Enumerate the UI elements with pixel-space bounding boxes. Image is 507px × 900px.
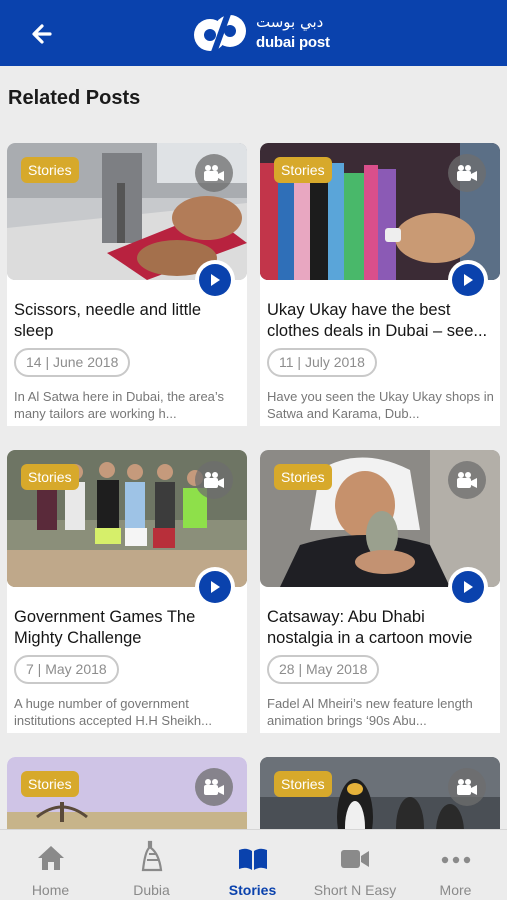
post-date: 11 | July 2018 <box>267 348 377 377</box>
video-camera-icon <box>448 154 486 192</box>
section-title: Related Posts <box>8 87 141 109</box>
post-title-line: clothes deals in Dubai – see... <box>267 322 488 340</box>
video-camera-icon <box>195 154 233 192</box>
category-badge: Stories <box>21 464 79 490</box>
play-icon <box>211 274 220 286</box>
video-icon <box>341 850 369 868</box>
category-badge: Stories <box>274 157 332 183</box>
tab-label: More <box>439 882 472 898</box>
play-button[interactable] <box>195 567 235 607</box>
video-camera-icon <box>448 461 486 499</box>
post-date: 14 | June 2018 <box>14 348 131 377</box>
bottom-tab-bar: Home Dubia Stories Short N Easy More <box>0 829 507 900</box>
play-button[interactable] <box>448 567 488 607</box>
category-badge: Stories <box>274 771 332 797</box>
logo-arabic-text: دبي بوست <box>256 13 324 31</box>
post-card[interactable]: Stories <box>260 757 500 829</box>
play-icon <box>464 581 473 593</box>
tab-dubia[interactable]: Dubia <box>101 830 202 900</box>
tab-stories[interactable]: Stories <box>202 830 303 900</box>
tab-home[interactable]: Home <box>0 830 101 900</box>
burj-icon <box>141 840 162 872</box>
post-card[interactable]: Stories Government Games The Mighty Chal… <box>7 450 247 733</box>
dubai-post-logo: دبي بوست dubai post <box>190 7 330 59</box>
post-description: In Al Satwa here in Dubai, the area’s ma… <box>14 389 225 421</box>
post-card[interactable]: Stories Catsaway: Abu Dhabi nostalgia in… <box>260 450 500 733</box>
play-button[interactable] <box>448 260 488 300</box>
video-camera-icon <box>195 768 233 806</box>
post-description: Have you seen the Ukay Ukay shops in Sat… <box>267 389 494 421</box>
more-icon <box>441 856 470 864</box>
video-camera-icon <box>448 768 486 806</box>
post-thumbnail[interactable]: Stories <box>260 757 500 829</box>
tab-label: Stories <box>228 882 277 898</box>
post-card[interactable]: Stories Scissors, needle and little slee… <box>7 143 247 426</box>
video-camera-icon <box>195 461 233 499</box>
tab-label: Dubia <box>133 882 170 898</box>
post-description: Fadel Al Mheiri’s new feature length ani… <box>267 696 473 728</box>
back-arrow-icon <box>32 24 52 44</box>
home-icon <box>37 846 64 870</box>
play-icon <box>464 274 473 286</box>
tab-label: Short N Easy <box>313 882 397 898</box>
top-bar: دبي بوست dubai post <box>0 0 507 66</box>
post-date: 7 | May 2018 <box>14 655 119 684</box>
post-card[interactable]: Stories Ukay Ukay have the best clothes … <box>260 143 500 426</box>
post-description: A huge number of government institutions… <box>14 696 212 728</box>
post-title-line: Ukay Ukay have the best <box>267 301 451 319</box>
tab-more[interactable]: More <box>405 830 506 900</box>
tab-short-n-easy[interactable]: Short N Easy <box>303 830 407 900</box>
post-title[interactable]: Government Games The Mighty Challenge <box>14 607 242 649</box>
dubai-post-logo-mark <box>194 9 246 57</box>
tab-label: Home <box>31 882 70 898</box>
book-icon <box>238 848 267 870</box>
play-button[interactable] <box>195 260 235 300</box>
post-title[interactable]: Scissors, needle and little sleep <box>14 300 242 342</box>
post-date: 28 | May 2018 <box>267 655 380 684</box>
post-thumbnail[interactable]: Stories <box>7 757 247 829</box>
category-badge: Stories <box>21 771 79 797</box>
category-badge: Stories <box>274 464 332 490</box>
post-card[interactable]: Stories <box>7 757 247 829</box>
back-button[interactable] <box>22 18 62 50</box>
post-title[interactable]: Catsaway: Abu Dhabi nostalgia in a carto… <box>267 607 495 649</box>
play-icon <box>211 581 220 593</box>
logo-english-text: dubai post <box>256 34 330 51</box>
category-badge: Stories <box>21 157 79 183</box>
post-title[interactable]: Ukay Ukay have the best clothes deals in… <box>267 300 495 342</box>
